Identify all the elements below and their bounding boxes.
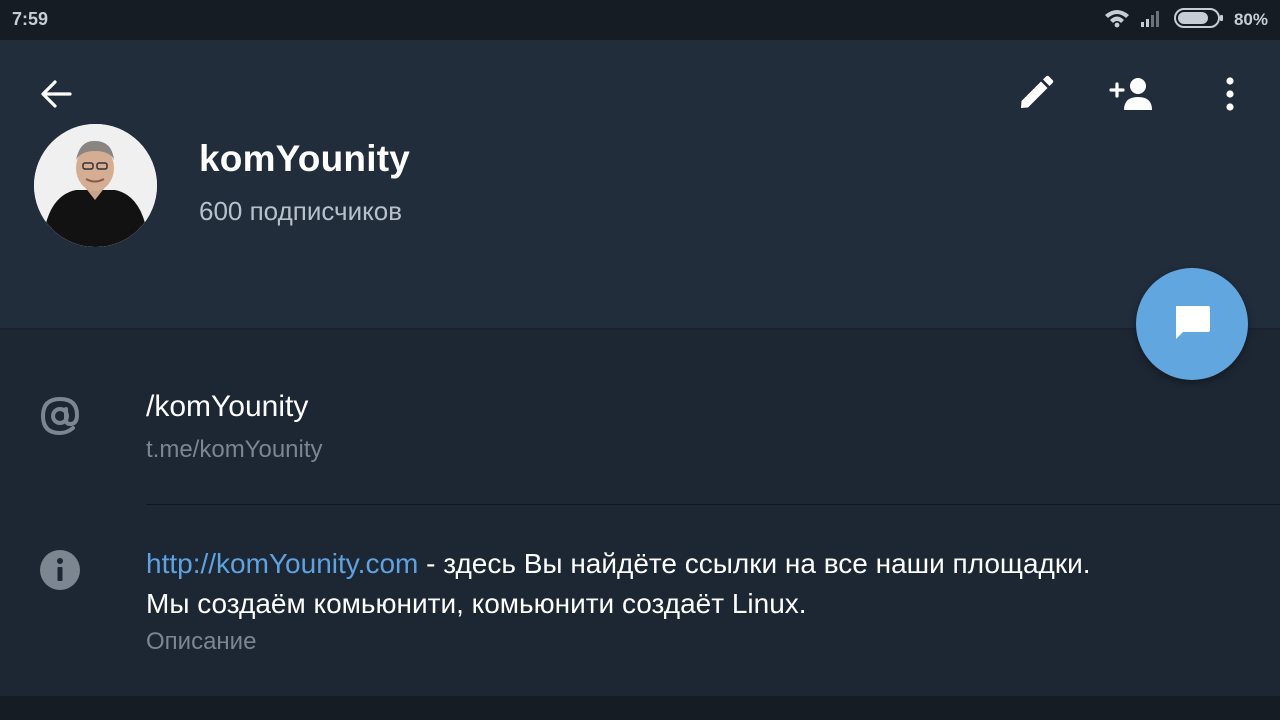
send-message-button[interactable] <box>1136 268 1248 380</box>
description-text-1: - здесь Вы найдёте ссылки на все наши пл… <box>418 548 1091 579</box>
more-vertical-icon <box>1224 76 1236 117</box>
channel-description: http://komYounity.com - здесь Вы найдёте… <box>146 544 1246 624</box>
status-bar: 7:59 80% <box>0 0 1280 40</box>
channel-info-screen: 7:59 80% komYounity 600 подписчиков /kom… <box>0 0 1280 720</box>
description-label: Описание <box>146 628 257 655</box>
channel-username[interactable]: /komYounity <box>146 390 308 424</box>
at-sign-icon <box>36 392 84 440</box>
info-icon <box>38 548 82 592</box>
channel-header <box>0 40 1280 328</box>
chat-bubble-icon <box>1170 300 1214 349</box>
channel-name: komYounity <box>199 138 410 179</box>
description-text-2: Мы создаём комьюнити, комьюнити создаёт … <box>146 588 807 619</box>
status-time: 7:59 <box>12 9 49 29</box>
arrow-left-icon <box>38 76 74 117</box>
subscriber-count: 600 подписчиков <box>199 196 403 226</box>
battery-icon <box>1173 7 1224 34</box>
description-link[interactable]: http://komYounity.com <box>146 548 418 579</box>
pencil-icon <box>1015 74 1055 119</box>
signal-icon <box>1140 8 1164 33</box>
bottom-section-divider <box>0 696 1280 720</box>
channel-link: t.me/komYounity <box>146 436 323 463</box>
battery-percent: 80% <box>1233 10 1268 29</box>
back-button[interactable] <box>28 68 84 124</box>
more-options-button[interactable] <box>1202 68 1258 124</box>
edit-button[interactable] <box>1007 68 1063 124</box>
add-member-button[interactable] <box>1104 68 1160 124</box>
header-shadow <box>0 328 1280 331</box>
status-indicators: 80% <box>1104 7 1268 34</box>
channel-avatar[interactable] <box>34 124 157 247</box>
wifi-icon <box>1104 8 1130 33</box>
person-add-icon <box>1108 74 1156 119</box>
info-divider <box>146 504 1280 505</box>
